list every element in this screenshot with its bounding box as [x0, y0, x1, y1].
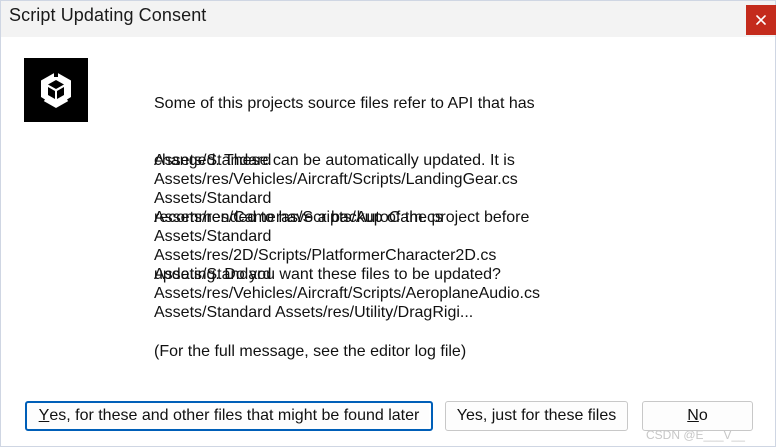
file-list-item: Assets/Standard [154, 228, 272, 245]
file-list-item: Assets/res/Vehicles/Aircraft/Scripts/Lan… [154, 171, 518, 188]
file-list-item: Assets/Standard [154, 190, 272, 207]
file-list: Assets/Standard Assets/res/Vehicles/Airc… [154, 151, 540, 322]
close-icon [756, 15, 766, 25]
window-title: Script Updating Consent [9, 5, 207, 25]
file-list-item: Assets/res/Cameras/Scripts/AutoCam.cs [154, 209, 443, 226]
no-button[interactable]: No [642, 401, 753, 431]
close-button[interactable] [746, 5, 776, 35]
watermark: CSDN @E___V__ [646, 428, 745, 442]
editor-log-note: (For the full message, see the editor lo… [154, 343, 467, 360]
message-line: Some of this projects source files refer… [154, 95, 535, 112]
unity-cube-shape [39, 72, 73, 108]
unity-logo-icon [24, 58, 88, 122]
dialog-window: Script Updating Consent Some of this pro… [0, 0, 776, 447]
file-list-item: Assets/Standard [154, 152, 272, 169]
file-list-item: Assets/Standard Assets/res/Utility/DragR… [154, 304, 474, 321]
file-list-item: Assets/res/Vehicles/Aircraft/Scripts/Aer… [154, 285, 540, 302]
file-list-item: Assets/Standard [154, 266, 272, 283]
yes-all-files-button[interactable]: Yes, for these and other files that migh… [25, 401, 433, 431]
title-bar[interactable]: Script Updating Consent [1, 1, 775, 37]
button-label: Yes, just for these files [456, 407, 617, 424]
button-label: es, for these and other files that might… [49, 407, 420, 424]
button-mnemonic: N [687, 407, 699, 424]
button-mnemonic: Y [38, 407, 50, 424]
file-list-item: Assets/res/2D/Scripts/PlatformerCharacte… [154, 247, 497, 264]
button-label: o [698, 407, 708, 424]
yes-these-files-button[interactable]: Yes, just for these files [445, 401, 628, 431]
